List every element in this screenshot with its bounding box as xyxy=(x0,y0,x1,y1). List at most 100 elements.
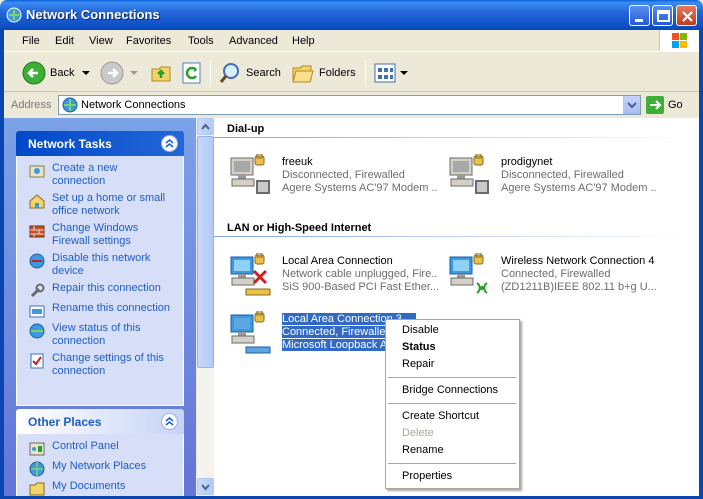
place-control-panel[interactable]: Control Panel xyxy=(17,440,183,460)
menu-separator xyxy=(388,377,516,378)
back-dropdown-icon[interactable] xyxy=(80,68,92,78)
other-places-header[interactable]: Other Places xyxy=(16,409,184,434)
connection-name: freeuk xyxy=(282,156,313,168)
maximize-icon xyxy=(657,10,670,22)
title-bar: Network Connections xyxy=(0,0,703,30)
other-places-title: Other Places xyxy=(28,415,102,429)
menu-tools[interactable]: Tools xyxy=(188,35,214,47)
connection-local-area[interactable]: Local Area Connection Network cable unpl… xyxy=(228,253,438,299)
window-frame-right xyxy=(699,30,703,499)
menu-item-create-shortcut[interactable]: Create Shortcut xyxy=(402,410,479,422)
task-setup-home-network[interactable]: Set up a home or small office network xyxy=(17,192,183,222)
forward-button[interactable] xyxy=(100,59,140,86)
control-panel-icon xyxy=(29,442,45,456)
network-tasks-box: Network Tasks Create a new connection Set… xyxy=(16,131,184,406)
task-create-new-connection[interactable]: Create a new connection xyxy=(17,162,183,192)
group-header-lan: LAN or High-Speed Internet xyxy=(227,222,372,234)
scroll-thumb[interactable] xyxy=(197,136,214,368)
chevron-down-icon xyxy=(201,484,210,491)
folders-button[interactable]: Folders xyxy=(291,59,356,86)
views-button[interactable] xyxy=(373,59,409,86)
back-button[interactable]: Back xyxy=(22,59,92,86)
windows-flag-icon xyxy=(672,33,687,48)
other-places-list: Control Panel My Network Places My Docum… xyxy=(16,434,184,496)
place-my-documents[interactable]: My Documents xyxy=(17,480,183,496)
maximize-button[interactable] xyxy=(652,5,673,26)
network-connections-icon xyxy=(6,7,22,23)
task-disable-device[interactable]: Disable this network device xyxy=(17,252,183,282)
vertical-scrollbar[interactable] xyxy=(197,118,214,496)
task-change-settings[interactable]: Change settings of this connection xyxy=(17,352,183,382)
menu-item-properties[interactable]: Properties xyxy=(402,470,452,482)
forward-dropdown-icon[interactable] xyxy=(128,68,140,78)
scroll-down-button[interactable] xyxy=(197,478,214,495)
connection-device: Agere Systems AC'97 Modem ... xyxy=(501,182,657,194)
folder-up-icon xyxy=(151,66,171,81)
go-button[interactable]: Go xyxy=(646,96,683,114)
menu-view[interactable]: View xyxy=(89,35,113,47)
menu-item-status[interactable]: Status xyxy=(402,341,436,353)
menu-item-delete: Delete xyxy=(402,427,434,439)
address-input[interactable]: Network Connections xyxy=(58,95,641,115)
views-dropdown-icon[interactable] xyxy=(399,68,409,78)
menu-item-repair[interactable]: Repair xyxy=(402,358,434,370)
toolbar-separator xyxy=(365,60,366,86)
wireless-connection-icon xyxy=(449,253,488,294)
scroll-up-button[interactable] xyxy=(197,118,214,135)
close-button[interactable] xyxy=(676,5,697,26)
refresh-button[interactable] xyxy=(180,59,204,86)
menu-help[interactable]: Help xyxy=(292,35,315,47)
up-button[interactable] xyxy=(150,59,174,86)
menu-file[interactable]: File xyxy=(22,35,40,47)
place-my-network-places[interactable]: My Network Places xyxy=(17,460,183,480)
menu-edit[interactable]: Edit xyxy=(55,35,74,47)
connection-device: SiS 900-Based PCI Fast Ether... xyxy=(282,281,438,293)
context-menu: Disable Status Repair Bridge Connections… xyxy=(385,319,520,489)
connection-freeuk[interactable]: freeuk Disconnected, Firewalled Agere Sy… xyxy=(228,154,438,200)
task-repair-connection[interactable]: Repair this connection xyxy=(17,282,183,302)
group-divider xyxy=(214,236,694,237)
menu-separator xyxy=(388,463,516,464)
windows-logo xyxy=(659,30,699,51)
minimize-button[interactable] xyxy=(629,5,650,26)
collapse-other-places-button[interactable] xyxy=(161,413,178,430)
refresh-icon xyxy=(182,62,201,83)
connection-status: Network cable unplugged, Fire... xyxy=(282,268,438,280)
connection-prodigynet[interactable]: prodigynet Disconnected, Firewalled Ager… xyxy=(447,154,657,200)
task-rename-connection[interactable]: Rename this connection xyxy=(17,302,183,322)
network-tasks-header[interactable]: Network Tasks xyxy=(16,131,184,156)
menu-advanced[interactable]: Advanced xyxy=(229,35,278,47)
go-label: Go xyxy=(668,99,683,111)
task-change-firewall-settings[interactable]: Change Windows Firewall settings xyxy=(17,222,183,252)
menu-favorites[interactable]: Favorites xyxy=(126,35,171,47)
lan-connected-icon xyxy=(230,311,271,354)
home-network-icon xyxy=(29,194,45,209)
group-header-dialup: Dial-up xyxy=(227,123,265,135)
dialup-computer-icon xyxy=(449,154,489,194)
network-tasks-title: Network Tasks xyxy=(28,137,112,151)
window-title: Network Connections xyxy=(26,7,160,22)
menu-item-disable[interactable]: Disable xyxy=(402,324,439,336)
rename-icon xyxy=(29,305,45,318)
network-places-icon xyxy=(29,461,45,477)
network-connections-icon xyxy=(62,97,78,113)
connection-name: prodigynet xyxy=(501,156,553,168)
repair-wrench-icon xyxy=(30,283,45,298)
connection-device: (ZD1211B)IEEE 802.11 b+g U... xyxy=(501,281,657,293)
dialup-computer-icon xyxy=(230,154,270,194)
other-places-box: Other Places Control Panel My Network Pl… xyxy=(16,409,184,496)
status-icon xyxy=(29,323,45,339)
menu-item-bridge-connections[interactable]: Bridge Connections xyxy=(402,384,498,396)
address-dropdown-button[interactable] xyxy=(623,96,640,114)
chevron-up-icon xyxy=(201,123,210,130)
menu-separator xyxy=(388,403,516,404)
minimize-icon xyxy=(635,19,643,22)
connection-name: Local Area Connection xyxy=(282,255,393,267)
collapse-network-tasks-button[interactable] xyxy=(161,135,178,152)
task-view-status[interactable]: View status of this connection xyxy=(17,322,183,352)
connection-wireless-4[interactable]: Wireless Network Connection 4 Connected,… xyxy=(447,253,657,299)
search-button[interactable]: Search xyxy=(218,59,281,86)
folders-label: Folders xyxy=(319,66,356,79)
address-label: Address xyxy=(11,99,52,111)
menu-item-rename[interactable]: Rename xyxy=(402,444,444,456)
